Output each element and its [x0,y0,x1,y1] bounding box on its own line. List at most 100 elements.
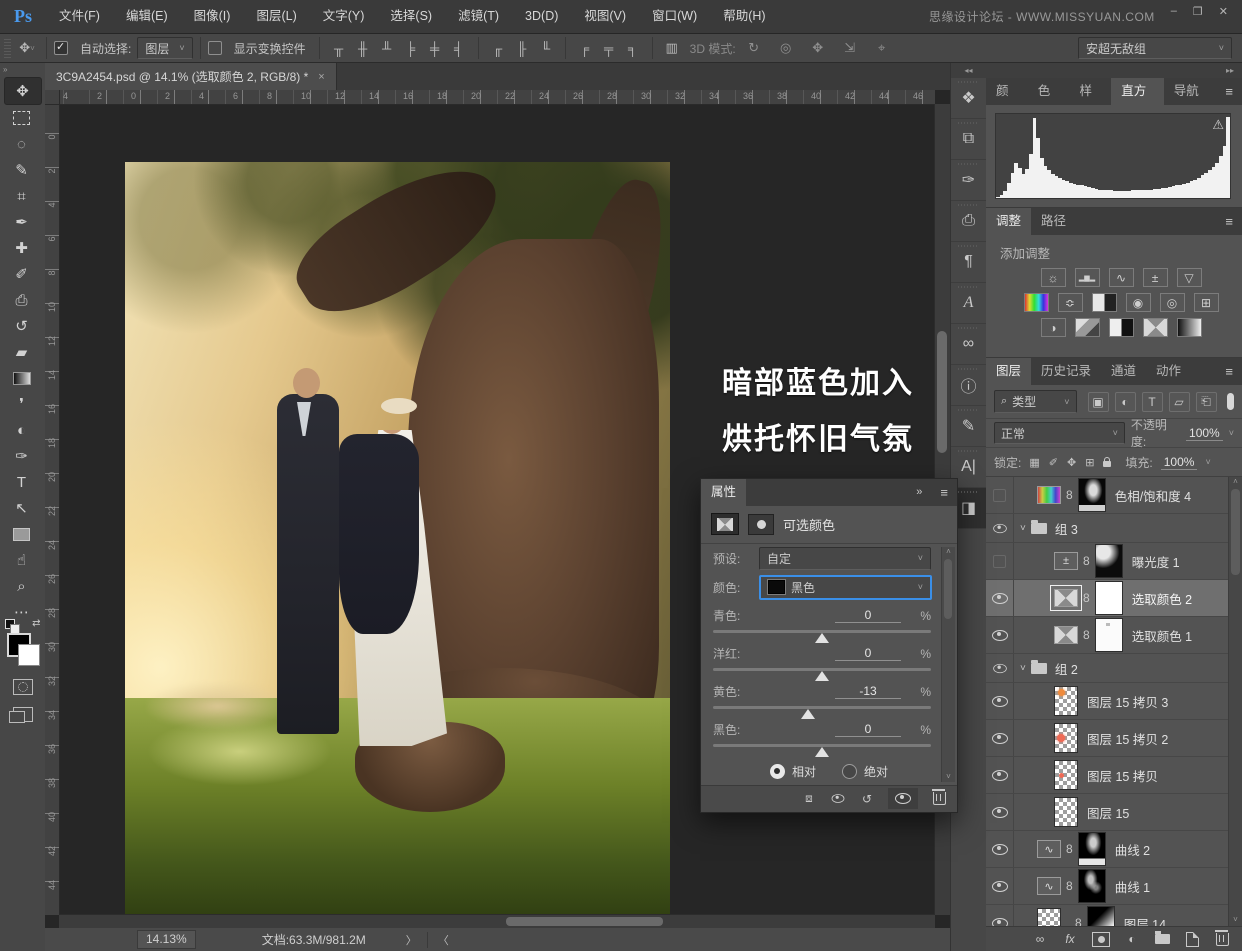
distribute-bottom-edges-icon[interactable]: ╙ [534,38,558,58]
type-filter-icon[interactable]: T [1141,391,1163,412]
menu-item-0[interactable]: 文件(F) [46,0,113,33]
layers-tab-历史记录[interactable]: 历史记录 [1031,358,1101,385]
blur-tool-icon[interactable]: ❜ [4,391,40,417]
layers-menu-icon[interactable]: ≡ [1216,358,1242,385]
eyedropper-tool-icon[interactable]: ✒ [4,209,40,235]
slider-thumb[interactable] [815,746,829,757]
slider-thumb[interactable] [800,708,815,719]
screen-mode-icon[interactable] [8,707,33,723]
add-mask-icon[interactable] [1092,931,1110,947]
shape-filter-icon[interactable]: ▱ [1168,391,1190,412]
histogram-tab-色板[interactable]: 色板 [1028,78,1070,125]
layer-mask-thumbnail[interactable] [1086,906,1115,926]
menu-item-1[interactable]: 编辑(E) [113,0,181,33]
menu-item-7[interactable]: 3D(D) [512,0,571,33]
scrollbar-thumb[interactable] [944,559,952,619]
layer-row-12[interactable]: 8 图层 14 [986,905,1229,926]
layers-tab-图层[interactable]: 图层 [986,358,1032,385]
align-right-edges-icon[interactable]: ╡ [447,38,471,58]
lock-position-icon[interactable]: ✥ [1067,456,1076,469]
layer-thumbnail[interactable] [1054,797,1078,827]
3d-pan-icon[interactable]: ✥ [806,38,830,58]
quick-selection-tool-icon[interactable]: ✎ [4,157,40,183]
color-balance-icon[interactable]: ≎ [1057,293,1083,312]
menu-item-9[interactable]: 窗口(W) [639,0,710,33]
rectangle-tool-icon[interactable] [4,521,40,547]
vibrance-icon[interactable]: ▽ [1176,268,1202,287]
eraser-tool-icon[interactable]: ▰ [4,339,40,365]
distribute-top-edges-icon[interactable]: ╓ [486,38,510,58]
exposure-icon[interactable]: ± [1142,268,1168,287]
menu-item-8[interactable]: 视图(V) [571,0,639,33]
layer-mask-thumbnail[interactable] [1094,618,1123,652]
pen-tool-icon[interactable]: ✑ [4,443,40,469]
adjust-tab-调整[interactable]: 调整 [986,208,1032,235]
menu-item-3[interactable]: 图层(L) [243,0,309,33]
black-white-icon[interactable] [1091,293,1117,312]
paragraph-icon[interactable]: ¶ [951,242,986,283]
group-expand-icon[interactable]: ˅ [1020,523,1026,534]
path-selection-tool-icon[interactable]: ↖ [4,495,40,521]
gradient-map-icon[interactable] [1176,318,1202,337]
move-tool-icon[interactable]: ✥ [3,77,42,105]
distribute-horizontal-centers-icon[interactable]: ╤ [597,38,621,58]
threshold-icon[interactable] [1108,318,1134,337]
curves-icon[interactable]: ∿ [1108,268,1134,287]
layer-row-3[interactable]: 8 选取颜色 2 [986,580,1229,617]
slider-value[interactable]: 0 [835,646,901,662]
layer-row-5[interactable]: ˅ 组 2 [986,654,1229,683]
layers-scrollbar[interactable]: ˄ ˅ [1228,477,1242,926]
layer-row-9[interactable]: 图层 15 [986,794,1229,831]
swap-colors-icon[interactable]: ⇄ [32,618,40,629]
align-vertical-centers-icon[interactable]: ╫ [351,38,375,58]
stamp-pattern-icon[interactable]: ⎙ [951,201,986,242]
visibility-toggle[interactable] [986,720,1014,756]
3d-zoom-icon[interactable]: ⌖ [870,38,894,58]
tool-presets-icon[interactable]: ✎ [951,406,986,447]
auto-select-checkbox[interactable] [54,40,68,55]
spot-healing-brush-tool-icon[interactable]: ✚ [4,235,40,261]
channel-mixer-icon[interactable]: ◎ [1159,293,1185,312]
hand-tool-icon[interactable]: ☝ [4,547,40,573]
tab-properties[interactable]: 属性 [701,479,747,506]
selective-color-icon[interactable] [1142,318,1168,337]
chevron-down-icon[interactable]: ˅ [1205,457,1210,467]
adjust-menu-icon[interactable]: ≡ [1216,208,1242,235]
scroll-up-icon[interactable]: ˄ [946,547,951,556]
layer-row-4[interactable]: 8 选取颜色 1 [986,617,1229,654]
new-layer-icon[interactable] [1184,931,1200,947]
layer-mask-thumbnail[interactable] [1077,832,1106,866]
3d-rotate-icon[interactable]: ↻ [742,38,766,58]
slider-value[interactable]: 0 [835,608,901,624]
menu-item-4[interactable]: 文字(Y) [310,0,378,33]
creative-cloud-icon[interactable]: ∞ [951,324,986,365]
new-group-icon[interactable] [1154,931,1170,944]
maximize-icon[interactable]: ❐ [1193,5,1203,18]
blend-mode-dropdown[interactable]: 正常 ˅ [994,422,1125,444]
radio-absolute[interactable]: 绝对 [842,763,888,780]
opacity-value[interactable]: 100% [1186,426,1223,441]
layer-mask-icon[interactable] [748,513,774,535]
slider-thumb[interactable] [815,670,829,681]
lock-artboard-icon[interactable]: ⊞ [1085,456,1094,469]
character-styles-icon[interactable]: A [951,283,986,324]
scroll-up-icon[interactable]: ˄ [1233,477,1238,486]
visibility-toggle[interactable] [986,514,1014,542]
layer-row-6[interactable]: 图层 15 拷贝 3 [986,683,1229,720]
adjustment-filter-icon[interactable]: ◐ [1114,391,1136,412]
rectangular-marquee-tool-icon[interactable] [4,105,40,131]
lock-all-icon[interactable] [1103,457,1112,467]
auto-select-dropdown[interactable]: 图层 ˅ [137,37,193,59]
layer-row-10[interactable]: ∿ 8 曲线 2 [986,831,1229,868]
scroll-left-icon[interactable]: 〈 [438,932,449,948]
adjust-tab-路径[interactable]: 路径 [1031,208,1076,235]
link-layers-icon[interactable]: ∞ [1032,932,1048,946]
pixel-filter-icon[interactable]: ▣ [1087,391,1109,412]
visibility-toggle[interactable] [986,683,1014,719]
show-transform-checkbox[interactable] [207,41,222,55]
group-expand-icon[interactable]: ˅ [1020,663,1026,674]
lock-pixels-icon[interactable]: ✐ [1049,456,1058,469]
layer-row-0[interactable]: 8 色相/饱和度 4 [986,477,1229,514]
fill-value[interactable]: 100% [1160,455,1198,470]
layers-tab-通道[interactable]: 通道 [1101,358,1146,385]
